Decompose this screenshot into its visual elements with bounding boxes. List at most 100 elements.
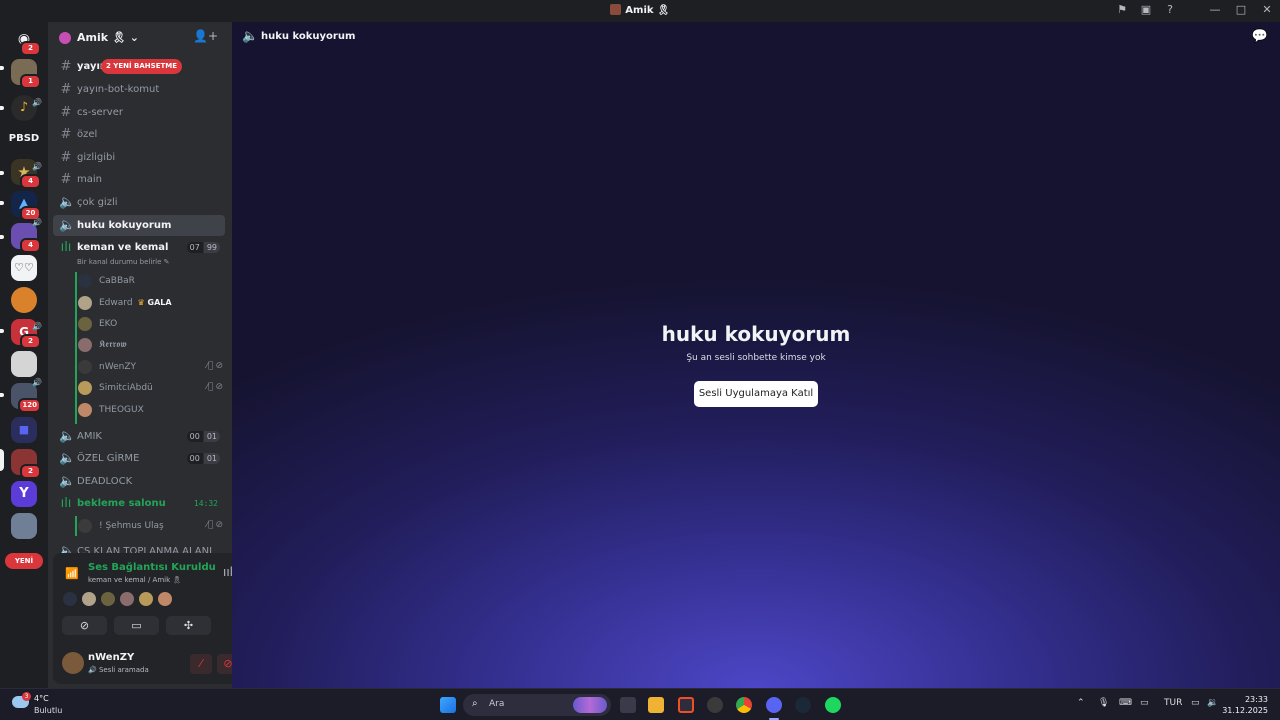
channel-gizligibi[interactable]: # gizligibi <box>53 147 225 168</box>
clock[interactable]: 23:33 31.12.2025 <box>1222 694 1268 716</box>
channel-yayin[interactable]: # yayın 2 YENİ BAHSETME <box>53 56 225 77</box>
speaker-icon: 🔈 <box>242 29 259 44</box>
voice-user[interactable]: SimitciAbdü ⁄⃠⊘ <box>75 378 225 398</box>
avatar <box>78 360 92 374</box>
server-icon[interactable]: ♪ 🔊 <box>11 95 42 121</box>
channel-status[interactable]: Bir kanal durumu belirle ✎ <box>77 258 170 266</box>
mute-button[interactable]: ⁄ <box>190 654 212 674</box>
store-icon[interactable] <box>678 697 694 713</box>
voice-user[interactable]: EKO <box>75 314 225 334</box>
channel-keman-ve-kemal[interactable]: ılı keman ve kemal 07 99 <box>53 237 225 258</box>
server-icon[interactable]: G 🔊 2 <box>11 319 42 349</box>
hashtag-icon: # <box>60 172 72 187</box>
pencil-icon: ✎ <box>163 258 170 266</box>
user-count: 00 01 <box>186 431 220 442</box>
avatar <box>139 592 153 606</box>
avatar <box>78 296 92 310</box>
avatar <box>78 381 92 395</box>
call-timer: 14:32 <box>193 499 218 508</box>
voice-user[interactable]: CaBBaR <box>75 271 225 291</box>
server-icon[interactable]: ★ 🔊 4 <box>11 159 42 189</box>
chrome-icon[interactable] <box>736 697 752 713</box>
channel-yayin-bot-komut[interactable]: # yayın-bot-komut <box>53 79 225 100</box>
server-icon[interactable] <box>11 513 37 539</box>
avatar <box>78 317 92 331</box>
language-indicator[interactable]: TUR <box>1164 698 1182 708</box>
file-explorer-icon[interactable] <box>648 697 664 713</box>
join-voice-button[interactable]: Sesli Uygulamaya Katıl <box>694 381 818 407</box>
steam-icon[interactable] <box>795 697 811 713</box>
empty-voice-title: huku kokuyorum <box>661 322 851 346</box>
network-icon[interactable]: ▭ <box>1191 698 1200 708</box>
spotify-icon[interactable] <box>825 697 841 713</box>
server-list: ◉ 2 1 ♪ 🔊 PBSD ★ 🔊 4 ▲ 20 🔊 4 ♡♡ G 🔊 2 🔊 120 ■ 2 … <box>0 22 48 688</box>
activities-button[interactable]: ✣ <box>166 616 211 635</box>
server-icon[interactable] <box>11 287 37 313</box>
discord-home-icon[interactable]: ◉ 2 <box>11 26 41 56</box>
server-icon[interactable]: 🔊 4 <box>11 218 42 253</box>
windows-taskbar: 3 4°C Bulutlu ⌕ Ara ⌃ 🎙 ⌨ ▭ TUR ▭ 🔉 23:3… <box>0 688 1280 720</box>
keyboard-icon[interactable]: ⌨ <box>1119 698 1132 708</box>
channel-header: 🔈 huku kokuyorum 💬 <box>232 22 1280 52</box>
add-member-icon[interactable]: 👤+ <box>193 29 218 43</box>
voice-user[interactable]: THEOGUX <box>75 400 225 420</box>
channel-cok-gizli[interactable]: 🔈 çok gizli <box>53 192 225 213</box>
chevron-down-icon: ⌄ <box>129 31 139 44</box>
app-icon[interactable] <box>707 697 723 713</box>
taskbar-search[interactable]: ⌕ Ara <box>463 694 611 716</box>
channel-ozel[interactable]: # özel <box>53 124 225 145</box>
user-avatar[interactable] <box>62 652 84 674</box>
channel-deadlock[interactable]: 🔈 DEADLOCK <box>53 471 225 492</box>
voice-user[interactable]: Edward ♛ GALA <box>75 293 225 313</box>
channel-ozel-girme[interactable]: 🔈 ÖZEL GİRME 00 01 <box>53 448 225 469</box>
avatar <box>78 338 92 352</box>
voice-connection-channel[interactable]: keman ve kemal / Amik 🎗 <box>88 576 181 584</box>
server-icon[interactable]: 1 <box>11 59 41 89</box>
server-icon[interactable]: ▲ 20 <box>11 191 41 221</box>
screen-share-button[interactable]: ▭ <box>114 616 159 635</box>
avatar <box>78 403 92 417</box>
chevron-up-icon[interactable]: ⌃ <box>1077 698 1085 708</box>
avatar <box>82 592 96 606</box>
folder-icon[interactable]: ■ <box>11 417 37 443</box>
new-badge[interactable]: YENİ <box>5 553 43 569</box>
close-icon[interactable]: ✕ <box>1254 3 1280 19</box>
search-highlight-image <box>573 697 607 713</box>
noise-suppression-icon[interactable]: ıılıı <box>223 565 232 579</box>
channel-bekleme-salonu[interactable]: ılı bekleme salonu 14:32 <box>53 493 225 514</box>
server-icon[interactable]: 🔊 120 <box>11 378 42 413</box>
guild-header[interactable]: Amik 🎗 ⌄ 👤+ <box>48 22 232 52</box>
channel-cs-server[interactable]: # cs-server <box>53 102 225 123</box>
voice-user[interactable]: 𝕶𝖊𝖗𝖗𝖔𝖜 <box>75 335 225 355</box>
channel-huku-kokuyorum[interactable]: 🔈 huku kokuyorum <box>53 215 225 236</box>
flag-icon[interactable]: ⚑ <box>1110 3 1134 19</box>
hashtag-icon: # <box>60 127 72 142</box>
server-icon[interactable] <box>11 351 37 377</box>
hashtag-icon: # <box>60 82 72 97</box>
discord-icon[interactable] <box>766 697 782 713</box>
microphone-icon[interactable]: 🎙 <box>1098 698 1109 708</box>
user-count: 07 99 <box>186 242 220 253</box>
volume-icon[interactable]: 🔉 <box>1207 698 1218 708</box>
chat-icon[interactable]: 💬 <box>1252 29 1268 44</box>
maximize-icon[interactable]: □ <box>1228 3 1254 19</box>
display-icon[interactable]: ▭ <box>1140 698 1149 708</box>
server-icon[interactable]: 2 <box>11 449 41 479</box>
minimize-icon[interactable]: — <box>1202 3 1228 19</box>
help-icon[interactable]: ? <box>1158 3 1182 19</box>
voice-user[interactable]: nWenZY ⁄⃠⊘ <box>75 357 225 377</box>
deafen-button[interactable]: ⊘ <box>217 654 232 674</box>
hashtag-icon: # <box>60 59 72 74</box>
camera-off-button[interactable]: ⊘ <box>62 616 107 635</box>
channel-main[interactable]: # main <box>53 169 225 190</box>
channel-amik[interactable]: 🔈 AMIK 00 01 <box>53 426 225 447</box>
start-button[interactable] <box>440 697 456 713</box>
soundboard-button[interactable]: ✦ <box>218 616 232 635</box>
server-icon[interactable]: ♡♡ <box>11 255 37 281</box>
task-view-icon[interactable] <box>620 697 636 713</box>
server-text-icon[interactable]: PBSD <box>6 133 42 144</box>
voice-connection-title[interactable]: Ses Bağlantısı Kuruldu <box>88 562 216 573</box>
server-icon[interactable]: Y <box>11 481 37 507</box>
inbox-icon[interactable]: ▣ <box>1134 3 1158 19</box>
voice-user[interactable]: ! Şehmus Ulaş ⁄⃠⊘ <box>75 516 225 536</box>
